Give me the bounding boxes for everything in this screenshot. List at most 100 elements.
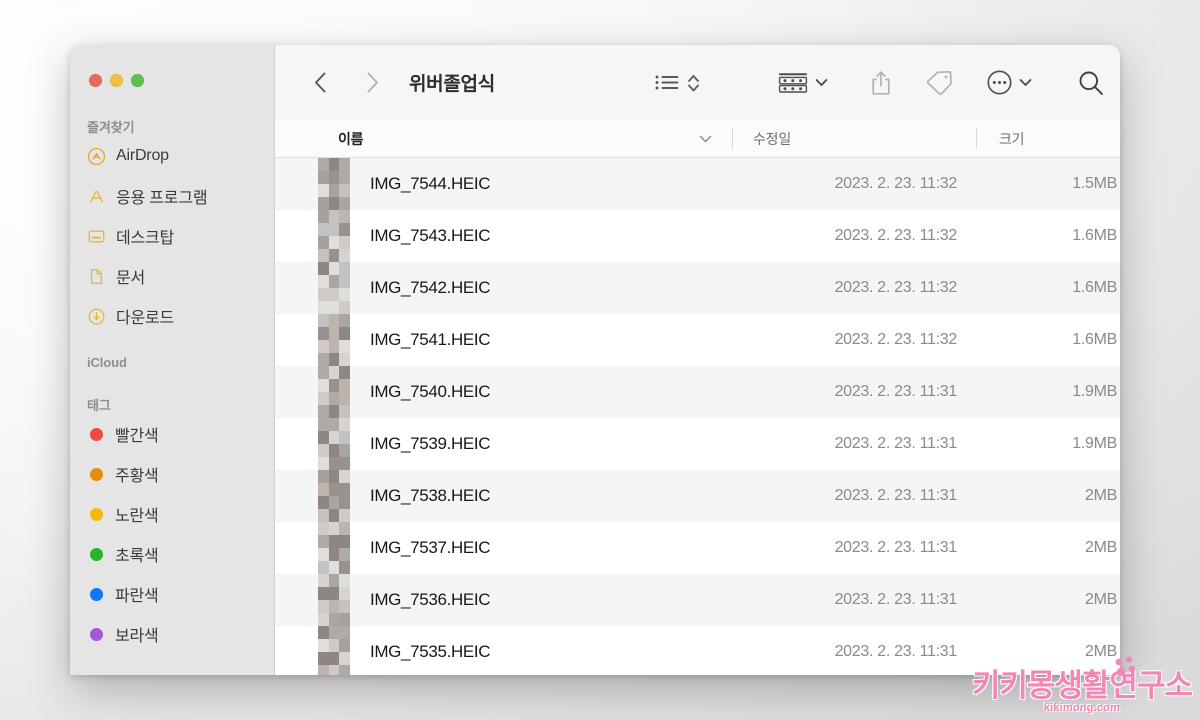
search-icon <box>1079 71 1103 95</box>
sidebar-item-label: 문서 <box>116 270 146 287</box>
table-row[interactable]: IMG_7541.HEIC 2023. 2. 23. 11:32 1.6MB <box>275 314 1120 366</box>
tag-color-dot <box>90 427 103 441</box>
sidebar-item-applications[interactable]: 응용 프로그램 <box>70 176 274 216</box>
table-row[interactable]: IMG_7540.HEIC 2023. 2. 23. 11:31 1.9MB <box>275 366 1120 418</box>
view-options-button[interactable] <box>655 73 700 93</box>
chevron-down-icon <box>1019 79 1032 86</box>
column-header-size-label: 크기 <box>999 130 1025 147</box>
file-thumbnail <box>318 366 350 418</box>
chevron-right-icon <box>367 72 378 93</box>
tag-color-dot <box>90 507 103 521</box>
more-actions-button[interactable] <box>987 70 1032 95</box>
airdrop-icon <box>87 147 106 166</box>
sidebar-section-tags-label: 태그 <box>87 398 111 413</box>
file-thumbnail <box>318 158 350 210</box>
chevron-down-icon <box>815 79 828 86</box>
table-row[interactable]: IMG_7539.HEIC 2023. 2. 23. 11:31 1.9MB <box>275 418 1120 470</box>
sidebar-tag-purple[interactable]: 보라색 <box>70 614 274 654</box>
share-button[interactable] <box>870 63 892 103</box>
column-header-size[interactable]: 크기 <box>977 120 1120 157</box>
file-date-modified: 2023. 2. 23. 11:31 <box>834 591 958 608</box>
file-size: 2MB <box>1085 591 1117 608</box>
chevron-updown-icon <box>688 74 699 91</box>
toolbar: 위버졸업식 <box>275 45 1120 120</box>
tag-color-dot <box>90 587 103 601</box>
file-size: 2MB <box>1085 539 1117 556</box>
window-controls <box>70 45 274 87</box>
file-date-modified: 2023. 2. 23. 11:31 <box>834 643 958 660</box>
file-size: 1.9MB <box>1072 435 1117 452</box>
sidebar-item-airdrop[interactable]: AirDrop <box>70 136 274 176</box>
sidebar-tag-green[interactable]: 초록색 <box>70 534 274 574</box>
table-row[interactable]: IMG_7535.HEIC 2023. 2. 23. 11:31 2MB <box>275 626 1120 675</box>
sidebar-tag-label: 주황색 <box>115 468 159 485</box>
close-button[interactable] <box>89 74 102 87</box>
finder-window: 즐겨찾기 AirDrop 응용 프로그램 데스크탑 문서 다운로드 iCloud… <box>70 45 1120 675</box>
sidebar: 즐겨찾기 AirDrop 응용 프로그램 데스크탑 문서 다운로드 iCloud… <box>70 45 275 675</box>
chevron-left-icon <box>314 72 325 93</box>
file-date-modified: 2023. 2. 23. 11:31 <box>834 383 958 400</box>
sidebar-item-label: 다운로드 <box>116 310 175 327</box>
table-row[interactable]: IMG_7538.HEIC 2023. 2. 23. 11:31 2MB <box>275 470 1120 522</box>
file-date-modified: 2023. 2. 23. 11:32 <box>834 175 958 192</box>
page-title: 위버졸업식 <box>409 74 495 95</box>
group-by-icon <box>778 72 808 93</box>
file-date-modified: 2023. 2. 23. 11:32 <box>834 331 958 348</box>
file-thumbnail <box>318 470 350 522</box>
sidebar-item-documents[interactable]: 문서 <box>70 256 274 296</box>
downloads-icon <box>87 307 106 326</box>
applications-icon <box>87 187 106 206</box>
table-row[interactable]: IMG_7543.HEIC 2023. 2. 23. 11:32 1.6MB <box>275 210 1120 262</box>
table-row[interactable]: IMG_7537.HEIC 2023. 2. 23. 11:31 2MB <box>275 522 1120 574</box>
table-row[interactable]: IMG_7542.HEIC 2023. 2. 23. 11:32 1.6MB <box>275 262 1120 314</box>
sidebar-section-favorites-label: 즐겨찾기 <box>87 120 135 135</box>
file-date-modified: 2023. 2. 23. 11:32 <box>834 279 958 296</box>
tag-color-dot <box>90 467 103 481</box>
file-size: 1.6MB <box>1072 279 1117 296</box>
sidebar-section-icloud-label: iCloud <box>87 355 127 370</box>
column-header-date-modified[interactable]: 수정일 <box>733 120 977 157</box>
table-row[interactable]: IMG_7536.HEIC 2023. 2. 23. 11:31 2MB <box>275 574 1120 626</box>
documents-icon <box>87 267 106 286</box>
sidebar-item-label: AirDrop <box>116 147 169 164</box>
column-header-name[interactable]: 이름 <box>275 120 733 157</box>
main-area: 위버졸업식 이름 수정일 크기 IMG_7544.HEIC 2023. 2. 2… <box>275 45 1120 675</box>
desktop-icon <box>87 227 106 246</box>
table-row[interactable]: IMG_7544.HEIC 2023. 2. 23. 11:32 1.5MB <box>275 158 1120 210</box>
tag-icon <box>926 70 952 95</box>
file-date-modified: 2023. 2. 23. 11:32 <box>834 227 958 244</box>
sidebar-tag-blue[interactable]: 파란색 <box>70 574 274 614</box>
file-thumbnail <box>318 522 350 574</box>
minimize-button[interactable] <box>110 74 123 87</box>
sidebar-tag-yellow[interactable]: 노란색 <box>70 494 274 534</box>
sidebar-tag-orange[interactable]: 주황색 <box>70 454 274 494</box>
sidebar-tag-label: 파란색 <box>115 588 159 605</box>
sidebar-item-desktop[interactable]: 데스크탑 <box>70 216 274 256</box>
file-list[interactable]: IMG_7544.HEIC 2023. 2. 23. 11:32 1.5MB IMG_… <box>275 158 1120 675</box>
sidebar-tag-label: 보라색 <box>115 628 159 645</box>
tag-button[interactable] <box>926 63 953 103</box>
file-thumbnail <box>318 314 350 366</box>
file-size: 1.6MB <box>1072 331 1117 348</box>
group-by-button[interactable] <box>778 72 828 94</box>
file-thumbnail <box>318 210 350 262</box>
file-size: 1.5MB <box>1072 175 1117 192</box>
sidebar-item-label: 응용 프로그램 <box>116 190 208 207</box>
file-size: 1.6MB <box>1072 227 1117 244</box>
search-button[interactable] <box>1078 63 1104 103</box>
file-thumbnail <box>318 262 350 314</box>
file-size: 2MB <box>1085 643 1117 660</box>
file-size: 2MB <box>1085 487 1117 504</box>
share-icon <box>872 70 890 95</box>
sidebar-item-label: 데스크탑 <box>116 230 175 247</box>
tag-color-dot <box>90 547 103 561</box>
forward-button[interactable] <box>355 63 389 103</box>
zoom-button[interactable] <box>131 74 144 87</box>
back-button[interactable] <box>303 63 337 103</box>
sidebar-item-downloads[interactable]: 다운로드 <box>70 296 274 336</box>
column-header-row: 이름 수정일 크기 <box>275 120 1120 158</box>
sidebar-tag-red[interactable]: 빨간색 <box>70 414 274 454</box>
file-date-modified: 2023. 2. 23. 11:31 <box>834 435 958 452</box>
sidebar-tag-label: 초록색 <box>115 548 159 565</box>
file-thumbnail <box>318 418 350 470</box>
